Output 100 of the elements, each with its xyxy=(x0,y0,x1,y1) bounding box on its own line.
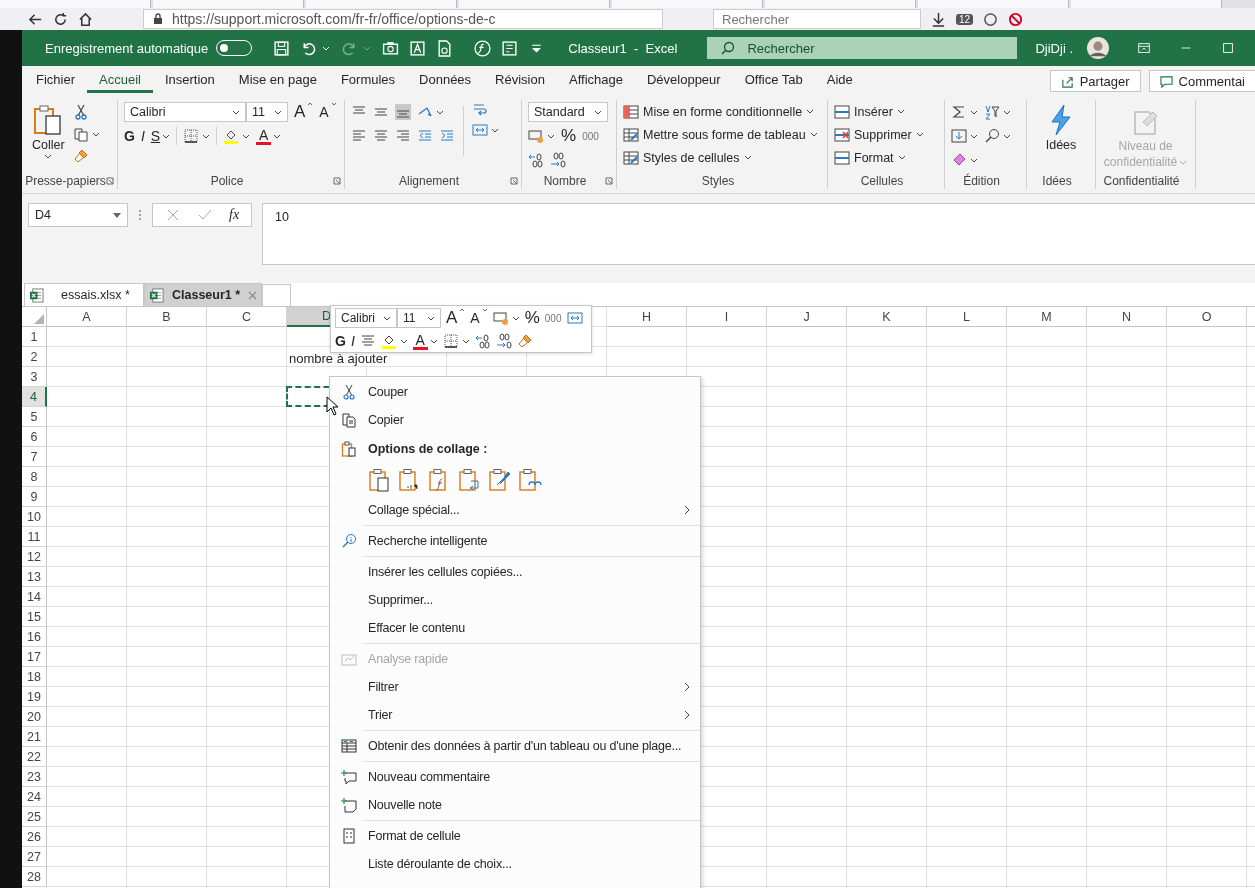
percent-button[interactable]: % xyxy=(561,126,577,146)
merge-cells-icon[interactable] xyxy=(566,310,583,326)
search-field[interactable]: Rechercher xyxy=(707,37,1018,59)
row-header[interactable]: 10 xyxy=(22,507,47,527)
row-header[interactable]: 3 xyxy=(22,367,47,387)
fill-color-icon[interactable] xyxy=(223,128,240,144)
column-header[interactable]: A xyxy=(47,307,127,327)
increase-font-button[interactable]: A xyxy=(446,308,466,328)
borders-icon[interactable] xyxy=(183,128,200,144)
circle-icon[interactable] xyxy=(983,11,999,27)
merge-cells-icon[interactable] xyxy=(472,122,488,138)
underline-button[interactable]: S xyxy=(150,126,171,146)
menu-item[interactable]: Format de cellule xyxy=(330,822,700,850)
font-size-field[interactable]: 11 xyxy=(246,102,288,122)
percent-button[interactable]: % xyxy=(524,308,540,328)
row-header[interactable]: 2 xyxy=(22,347,47,367)
decrease-font-button[interactable]: A xyxy=(470,308,488,328)
number-format-field[interactable]: Standard xyxy=(528,102,608,122)
row-header[interactable]: 20 xyxy=(22,707,47,727)
row-header[interactable]: 16 xyxy=(22,627,47,647)
ribbon-tab[interactable]: Révision xyxy=(483,69,557,93)
avatar[interactable] xyxy=(1087,37,1109,59)
row-header[interactable]: 28 xyxy=(22,867,47,887)
row-header[interactable]: 23 xyxy=(22,767,47,787)
row-header[interactable]: 8 xyxy=(22,467,47,487)
comments-button[interactable]: Commentai xyxy=(1148,70,1255,92)
font-size-field[interactable]: 11 xyxy=(397,308,441,328)
row-header[interactable]: 4 xyxy=(22,387,47,407)
ribbon-tab[interactable]: Développeur xyxy=(634,69,733,93)
row-header[interactable]: 24 xyxy=(22,787,47,807)
ribbon-tab[interactable]: Aide xyxy=(814,69,865,93)
maximize-icon[interactable] xyxy=(1221,41,1235,55)
styles-button[interactable]: Styles de cellules xyxy=(623,148,821,167)
decrease-decimal-icon[interactable] xyxy=(550,152,566,168)
refresh-icon[interactable] xyxy=(53,11,68,27)
column-header[interactable]: M xyxy=(1007,307,1087,327)
column-header[interactable]: H xyxy=(607,307,687,327)
fill-color-icon[interactable] xyxy=(380,333,397,349)
menu-item[interactable]: Effacer le contenu xyxy=(330,614,700,642)
ribbon-tab[interactable]: Mise en page xyxy=(226,69,329,93)
row-header[interactable]: 21 xyxy=(22,727,47,747)
address-bar[interactable]: https://support.microsoft.com/fr-fr/office/options-de-c xyxy=(143,9,663,29)
form-icon[interactable] xyxy=(501,39,519,57)
column-header[interactable]: I xyxy=(687,307,767,327)
row-header[interactable]: 15 xyxy=(22,607,47,627)
thousands-button[interactable]: 000 xyxy=(544,308,562,328)
dialog-launcher-icon[interactable] xyxy=(333,177,341,185)
wrap-text-icon[interactable] xyxy=(472,102,488,118)
column-header[interactable]: O xyxy=(1167,307,1247,327)
align-right-icon[interactable] xyxy=(395,128,411,144)
increase-font-button[interactable]: A xyxy=(294,102,314,122)
decrease-font-button[interactable]: A xyxy=(319,102,337,122)
home-icon[interactable] xyxy=(78,11,93,27)
cells-button[interactable]: Insérer xyxy=(834,102,938,121)
row-header[interactable]: 12 xyxy=(22,547,47,567)
paste-option-icon[interactable] xyxy=(518,468,542,492)
row-header[interactable]: 22 xyxy=(22,747,47,767)
text-box-icon[interactable] xyxy=(409,39,427,57)
ribbon-tab[interactable]: Office Tab xyxy=(732,69,815,93)
menu-item[interactable]: Obtenir des données à partir d'un tableau ou d'une plage... xyxy=(330,732,700,760)
eraser-icon[interactable] xyxy=(951,152,967,168)
align-left-icon[interactable] xyxy=(351,128,367,144)
format-painter-icon[interactable] xyxy=(516,333,533,349)
menu-item[interactable]: Collage spécial... xyxy=(330,496,700,524)
user-name[interactable]: DjiDji . xyxy=(1035,40,1073,56)
borders-icon[interactable] xyxy=(442,333,459,349)
column-header[interactable]: K xyxy=(847,307,927,327)
cells-button[interactable]: Format xyxy=(834,148,938,167)
insert-function-button[interactable]: fx xyxy=(229,207,240,223)
ribbon-tab[interactable]: Insertion xyxy=(152,69,227,93)
column-header[interactable]: L xyxy=(927,307,1007,327)
font-name-field[interactable]: Calibri xyxy=(124,102,246,122)
align-center-icon[interactable] xyxy=(373,128,389,144)
ideas-button[interactable]: Idées xyxy=(1041,102,1081,173)
menu-item[interactable]: Couper xyxy=(330,378,700,406)
row-header[interactable]: 5 xyxy=(22,407,47,427)
row-header[interactable]: 6 xyxy=(22,427,47,447)
ribbon-tab[interactable]: Accueil xyxy=(87,69,153,93)
scissors-icon[interactable] xyxy=(72,104,89,120)
currency-icon[interactable] xyxy=(492,310,509,326)
ribbon-display-icon[interactable] xyxy=(1137,41,1151,55)
menu-item[interactable]: Trier xyxy=(330,701,700,729)
row-header[interactable]: 13 xyxy=(22,567,47,587)
column-header[interactable]: N xyxy=(1087,307,1167,327)
workbook-tab[interactable]: essais.xlsx * xyxy=(24,283,144,306)
font-name-field[interactable]: Calibri xyxy=(335,308,397,328)
workbook-tab[interactable]: Classeur1 * xyxy=(144,283,262,306)
menu-item[interactable]: Liste déroulante de choix... xyxy=(330,850,700,878)
font-color-button[interactable]: A xyxy=(256,126,282,146)
thousands-button[interactable]: 000 xyxy=(582,126,599,146)
row-header[interactable]: 14 xyxy=(22,587,47,607)
name-box[interactable]: D4 xyxy=(28,203,128,227)
ribbon-tab[interactable]: Données xyxy=(407,69,484,93)
row-header[interactable]: 11 xyxy=(22,527,47,547)
increase-decimal-icon[interactable] xyxy=(528,152,544,168)
italic-button[interactable]: I xyxy=(350,331,355,351)
dialog-launcher-icon[interactable] xyxy=(510,177,518,185)
row-header[interactable]: 26 xyxy=(22,827,47,847)
menu-item[interactable]: Filtrer xyxy=(330,673,700,701)
column-header[interactable]: B xyxy=(127,307,207,327)
